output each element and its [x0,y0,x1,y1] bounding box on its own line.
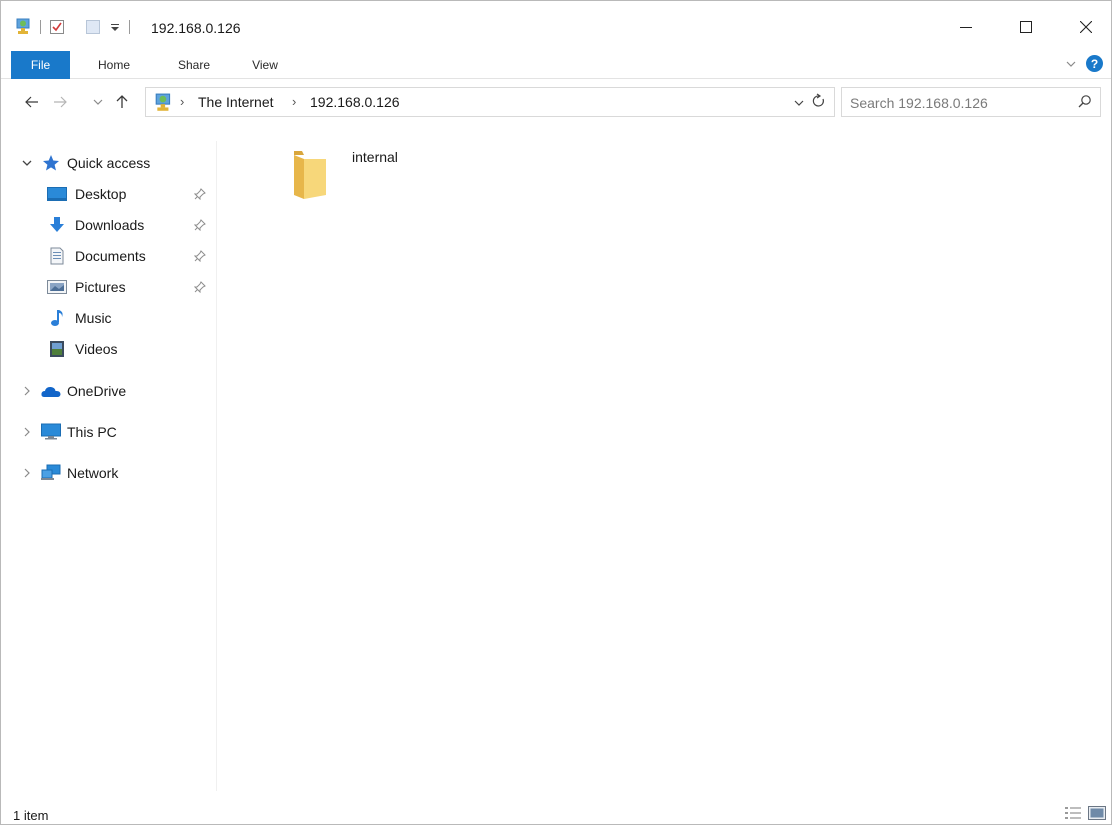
address-bar[interactable]: › The Internet › 192.168.0.126 [145,87,835,117]
toolbar-separator [73,20,77,34]
nav-label: Videos [75,341,118,357]
address-dropdown-icon[interactable] [794,95,804,110]
nav-quick-access[interactable]: Quick access [1,149,217,177]
nav-label: Desktop [75,186,127,202]
forward-button[interactable] [49,91,71,113]
breadcrumb-separator[interactable]: › [180,94,184,109]
nav-downloads[interactable]: Downloads [1,211,217,239]
tab-view[interactable]: View [239,51,291,79]
ribbon-tabs: File Home Share View ? [1,51,1111,79]
quick-access-toolbar [15,15,137,39]
status-bar: 1 item [1,801,1111,825]
nav-label: Downloads [75,217,145,233]
customize-toolbar-icon[interactable] [108,18,122,36]
back-button[interactable] [21,91,43,113]
tab-home[interactable]: Home [87,51,141,79]
nav-label: This PC [67,424,117,440]
close-button[interactable] [1063,11,1109,43]
nav-this-pc[interactable]: This PC [1,418,217,446]
nav-label: Music [75,310,112,326]
network-location-icon [154,93,174,113]
large-icons-view-icon[interactable] [1088,806,1106,823]
breadcrumb-the-internet[interactable]: The Internet [198,94,274,110]
new-folder-icon[interactable] [84,18,102,36]
computer-icon [41,423,61,441]
file-explorer-window: 192.168.0.126 File Home Share View ? › T… [0,0,1112,825]
file-list: internal [218,121,1111,791]
folder-icon [290,141,330,204]
maximize-button[interactable] [1003,11,1049,43]
toolbar-separator [40,20,41,34]
pin-icon[interactable] [193,249,207,263]
nav-network[interactable]: Network [1,459,217,487]
folder-item[interactable]: internal [290,139,430,219]
back-arrow-icon [25,96,38,108]
navigation-row: › The Internet › 192.168.0.126 [1,85,1111,119]
nav-documents[interactable]: Documents [1,242,217,270]
properties-icon[interactable] [48,18,66,36]
recent-locations-button[interactable] [91,91,105,113]
nav-videos[interactable]: Videos [1,335,217,363]
nav-label: Quick access [67,155,151,171]
nav-desktop[interactable]: Desktop [1,180,217,208]
desktop-icon [47,185,67,203]
chevron-right-icon[interactable] [21,467,33,479]
pin-icon[interactable] [193,187,207,201]
pin-icon[interactable] [193,280,207,294]
ribbon-right-controls: ? [1066,55,1103,72]
nav-label: Pictures [75,279,126,295]
search-input[interactable] [850,93,1060,113]
nav-label: Documents [75,248,146,264]
toolbar-separator [129,20,130,34]
folder-name: internal [352,149,398,165]
nav-label: Network [67,465,119,481]
nav-pictures[interactable]: Pictures [1,273,217,301]
onedrive-cloud-icon [41,382,61,400]
breadcrumb-current[interactable]: 192.168.0.126 [310,94,400,110]
nav-music[interactable]: Music [1,304,217,332]
star-icon [41,154,61,172]
chevron-down-icon[interactable] [21,157,33,169]
network-location-icon[interactable] [15,18,33,36]
title-bar: 192.168.0.126 [1,1,1111,49]
search-icon[interactable] [1078,94,1092,111]
pin-icon[interactable] [193,218,207,232]
nav-onedrive[interactable]: OneDrive [1,377,217,405]
maximize-icon [1020,21,1032,33]
minimize-icon [960,27,972,28]
document-icon [47,247,67,265]
close-icon [1080,21,1092,33]
window-title: 192.168.0.126 [151,20,241,36]
videos-icon [47,340,67,358]
pictures-icon [47,278,67,296]
breadcrumb-separator[interactable]: › [292,94,296,109]
forward-arrow-icon [54,96,67,108]
navigation-pane: Quick access Desktop Downloads Documents… [1,141,217,791]
help-icon[interactable]: ? [1086,55,1103,72]
tab-share[interactable]: Share [164,51,224,79]
item-count: 1 item [13,808,49,823]
download-arrow-icon [47,216,67,234]
refresh-icon[interactable] [812,93,826,112]
network-icon [41,464,61,482]
chevron-right-icon[interactable] [21,385,33,397]
music-note-icon [47,309,67,327]
details-view-icon[interactable] [1064,806,1082,823]
chevron-down-icon [93,99,103,105]
search-box[interactable] [841,87,1101,117]
tab-file[interactable]: File [11,51,70,79]
up-arrow-icon [116,95,128,108]
chevron-right-icon[interactable] [21,426,33,438]
nav-label: OneDrive [67,383,127,399]
expand-ribbon-icon[interactable] [1066,56,1076,71]
up-button[interactable] [111,91,133,113]
minimize-button[interactable] [943,11,989,43]
